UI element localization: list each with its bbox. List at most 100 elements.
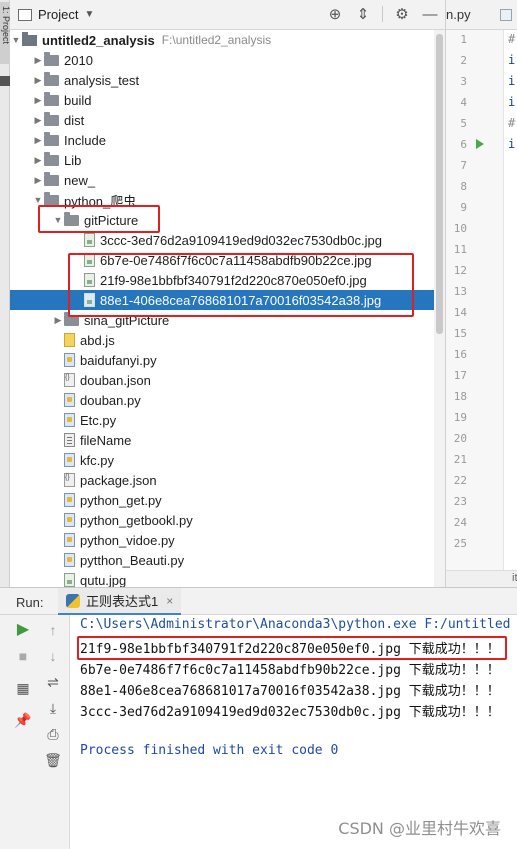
chevron-down-icon[interactable]: ▼ [10,35,22,45]
run-gutter-icon[interactable] [476,139,484,149]
project-view-selector[interactable]: Project [38,7,78,22]
soft-wrap-icon[interactable]: ⇌ [44,673,62,691]
tree-folder[interactable]: ▶ Include [10,130,434,150]
chevron-down-icon[interactable]: ▼ [84,9,94,20]
print-icon[interactable]: ⎙ [44,725,62,743]
tree-folder[interactable]: ▶ analysis_test [10,70,434,90]
python-file-icon [64,513,75,527]
tree-folder[interactable]: ▶ dist [10,110,434,130]
editor-gutter: 1 2 3 4 5 6 7 8 9 10 11 12 13 14 15 16 17 18 19 20 21 22 23 24 2… [445,30,503,570]
console-file: 21f9-98e1bbfbf340791f2d220c870e050ef0.jp… [80,642,401,657]
project-toolbar: Project ▼ ⊕ ⇕ ⚙ — [10,0,445,30]
js-file-icon [64,333,75,347]
chevron-right-icon[interactable]: ▶ [32,95,44,106]
console-file: 88e1-406e8cea768681017a70016f03542a38.jp… [80,684,401,699]
tree-file[interactable]: qutu.jpg [10,570,434,587]
python-file-icon [64,353,75,367]
arrow-up-icon[interactable]: ↑ [44,621,62,639]
tree-file[interactable]: 6b7e-0e7486f7f6c0c7a11458abdfb90b22ce.jp… [10,250,434,270]
tree-item-label: 2010 [64,52,93,68]
pin-icon[interactable]: 📌 [14,711,32,729]
tree-file[interactable]: baidufanyi.py [10,350,434,370]
arrow-down-icon[interactable]: ↓ [44,647,62,665]
stop-icon[interactable]: ■ [14,647,32,665]
tree-item-label: Etc.py [80,412,117,428]
toolbar-divider [382,6,383,22]
image-file-icon [84,293,95,307]
tree-folder[interactable]: ▶ Lib [10,150,434,170]
tree-file[interactable]: abd.js [10,330,434,350]
tree-file[interactable]: douban.json [10,370,434,390]
rerun-icon[interactable]: ▶ [14,621,32,639]
chevron-right-icon[interactable]: ▶ [32,155,44,166]
minimize-icon[interactable]: — [421,6,439,23]
tree-item-label: 3ccc-3ed76d2a9109419ed9d032ec7530db0c.jp… [100,232,382,248]
editor-code-area[interactable]: # i i i # i [503,30,517,570]
console-output[interactable]: C:\Users\Administrator\Anaconda3\python.… [70,615,517,849]
tree-folder[interactable]: ▶ new_ [10,170,434,190]
tree-file[interactable]: python_vidoe.py [10,530,434,550]
tree-file[interactable]: Etc.py [10,410,434,430]
chevron-right-icon[interactable]: ▶ [32,55,44,66]
console-file: 3ccc-3ed76d2a9109419ed9d032ec7530db0c.jp… [80,705,401,720]
console-exit-line: Process finished with exit code 0 [80,743,339,758]
folder-icon [44,151,59,166]
run-config-tab[interactable]: 正则表达式1 × [58,588,182,616]
tree-file[interactable]: pytthon_Beauti.py [10,550,434,570]
tree-folder[interactable]: ▶ sina_gitPicture [10,310,434,330]
chevron-right-icon[interactable]: ▶ [32,175,44,186]
tree-scrollbar[interactable] [434,30,445,587]
close-icon[interactable]: × [166,594,173,608]
tree-item-label: new_ [64,172,96,188]
tree-folder[interactable]: ▶ 2010 [10,50,434,70]
tree-item-label: fileName [80,432,132,448]
tree-item-label: gitPicture [84,212,139,228]
tree-file[interactable]: 88e1-406e8cea768681017a70016f03542a38.jp… [10,290,434,310]
project-view-icon [18,8,32,21]
tree-file[interactable]: douban.py [10,390,434,410]
tree-file[interactable]: python_getbookl.py [10,510,434,530]
folder-icon [44,51,59,66]
project-tree[interactable]: ▼ untitled2_analysis F:\untitled2_analys… [10,30,434,587]
collapse-all-icon[interactable]: ⇕ [354,5,372,23]
run-config-name: 正则表达式1 [86,594,159,609]
code-fragment: i [508,53,516,67]
locate-target-icon[interactable]: ⊕ [326,5,344,23]
folder-icon [44,131,59,146]
editor-status-strip: it [445,570,517,587]
tree-file[interactable]: 21f9-98e1bbfbf340791f2d220c870e050ef0.jp… [10,270,434,290]
console-line: 6b7e-0e7486f7f6c0c7a11458abdfb90b22ce.jp… [80,659,500,678]
folder-icon [44,111,59,126]
tree-file[interactable]: package.json [10,470,434,490]
console-command: C:\Users\Administrator\Anaconda3\python.… [80,617,511,632]
scroll-to-end-icon[interactable]: ⤓ [44,699,62,717]
folder-icon [44,171,59,186]
gear-icon[interactable]: ⚙ [393,5,411,23]
tree-file[interactable]: fileName [10,430,434,450]
chevron-right-icon[interactable]: ▶ [52,315,64,326]
tree-item-label: kfc.py [80,452,114,468]
chevron-down-icon[interactable]: ▼ [52,215,64,225]
chevron-down-icon[interactable]: ▼ [32,195,44,205]
project-tool-label: 1: Project [1,6,11,45]
tree-file[interactable]: kfc.py [10,450,434,470]
structure-tool-tab[interactable] [0,76,10,86]
tree-file[interactable]: python_get.py [10,490,434,510]
chevron-right-icon[interactable]: ▶ [32,135,44,146]
tree-root[interactable]: ▼ untitled2_analysis F:\untitled2_analys… [10,30,434,50]
tree-file[interactable]: 3ccc-3ed76d2a9109419ed9d032ec7530db0c.jp… [10,230,434,250]
json-file-icon [64,373,75,387]
layout-icon[interactable]: ▦ [14,679,32,697]
tree-folder[interactable]: ▼ gitPicture [10,210,434,230]
python-file-icon [64,453,75,467]
chevron-right-icon[interactable]: ▶ [32,115,44,126]
python-file-icon [64,533,75,547]
editor-tab-label[interactable]: n.py [446,7,471,22]
tree-folder[interactable]: ▼ python_爬虫 [10,190,434,210]
root-path: F:\untitled2_analysis [161,33,272,47]
chevron-right-icon[interactable]: ▶ [32,75,44,86]
trash-icon[interactable]: 🗑 [44,751,62,769]
scrollbar-thumb[interactable] [436,34,443,334]
console-file: 6b7e-0e7486f7f6c0c7a11458abdfb90b22ce.jp… [80,663,401,678]
tree-folder[interactable]: ▶ build [10,90,434,110]
